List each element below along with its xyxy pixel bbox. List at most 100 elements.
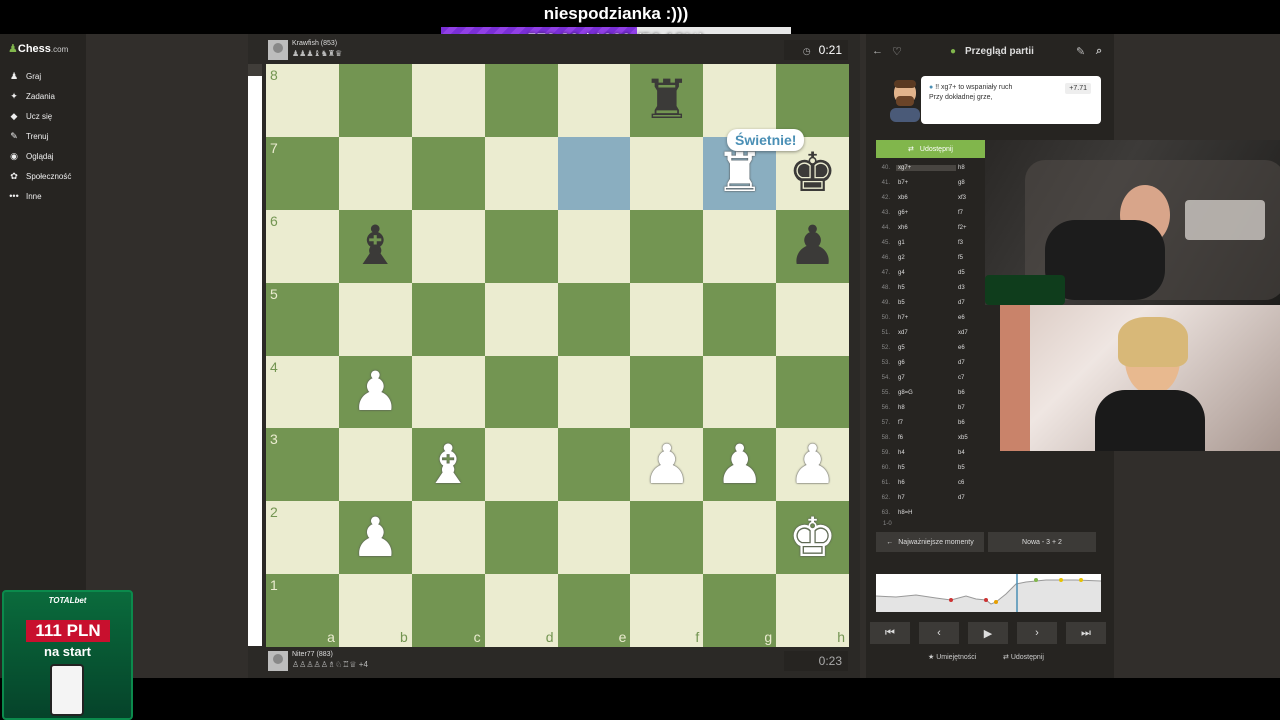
square-g8[interactable] bbox=[703, 64, 777, 137]
square-a8[interactable]: 8 bbox=[266, 64, 339, 137]
piece-white-b4[interactable]: ♟ bbox=[339, 356, 412, 429]
square-f1[interactable]: f bbox=[630, 574, 704, 648]
white-move[interactable]: h7 bbox=[896, 495, 956, 501]
sidebar-item-2[interactable]: ◆ Ucz się bbox=[8, 106, 71, 126]
square-d4[interactable] bbox=[484, 355, 558, 429]
square-a4[interactable]: 4 bbox=[266, 355, 339, 429]
square-a6[interactable]: 6 bbox=[266, 209, 339, 283]
white-move[interactable]: g6+ bbox=[896, 210, 956, 216]
white-move[interactable]: h5 bbox=[896, 465, 956, 471]
white-move[interactable]: g4 bbox=[896, 270, 956, 276]
square-d7[interactable] bbox=[484, 136, 558, 210]
sidebar-item-4[interactable]: ◉ Oglądaj bbox=[8, 146, 71, 166]
square-e4[interactable] bbox=[557, 355, 631, 429]
share-footer-button[interactable]: ⇄ Udostępnij bbox=[1003, 653, 1044, 661]
square-f2[interactable] bbox=[630, 501, 704, 575]
square-e3[interactable] bbox=[557, 428, 631, 502]
player-top-name[interactable]: Krawfish (853) bbox=[292, 40, 342, 47]
square-b8[interactable] bbox=[338, 64, 412, 137]
square-f5[interactable] bbox=[630, 282, 704, 356]
avatar[interactable] bbox=[268, 651, 288, 671]
square-e5[interactable] bbox=[557, 282, 631, 356]
white-move[interactable]: g5 bbox=[896, 345, 956, 351]
skills-button[interactable]: ★ Umiejętności bbox=[928, 653, 976, 661]
first-move-button[interactable]: ⏮ bbox=[870, 622, 910, 644]
square-g4[interactable] bbox=[703, 355, 777, 429]
key-moments-button[interactable]: ← Najważniejsze momenty bbox=[876, 532, 984, 552]
square-a3[interactable]: 3 bbox=[266, 428, 339, 502]
square-a7[interactable]: 7 bbox=[266, 136, 339, 210]
sponsor-ad[interactable]: TOTALbet 111 PLN na start bbox=[2, 590, 133, 720]
back-arrow-icon[interactable]: ← bbox=[872, 45, 883, 57]
square-a5[interactable]: 5 bbox=[266, 282, 339, 356]
square-c5[interactable] bbox=[411, 282, 485, 356]
square-c7[interactable] bbox=[411, 136, 485, 210]
square-e7[interactable] bbox=[557, 136, 631, 210]
white-move[interactable]: g8=G bbox=[896, 390, 956, 396]
square-g5[interactable] bbox=[703, 282, 777, 356]
square-h8[interactable] bbox=[776, 64, 850, 137]
next-move-button[interactable]: › bbox=[1017, 622, 1057, 644]
white-move[interactable]: h6 bbox=[896, 480, 956, 486]
piece-white-b2[interactable]: ♟ bbox=[339, 501, 412, 574]
white-move[interactable]: h5 bbox=[896, 285, 956, 291]
white-move[interactable]: h8=H bbox=[896, 510, 956, 516]
square-b1[interactable]: b bbox=[338, 574, 412, 648]
avatar[interactable] bbox=[268, 40, 288, 60]
search-icon[interactable]: ⌕ bbox=[1096, 45, 1102, 58]
square-g6[interactable] bbox=[703, 209, 777, 283]
evaluation-graph[interactable] bbox=[876, 574, 1101, 612]
sidebar-item-6[interactable]: ••• Inne bbox=[8, 186, 71, 206]
white-move[interactable]: g2 bbox=[896, 255, 956, 261]
square-b3[interactable] bbox=[338, 428, 412, 502]
square-g2[interactable] bbox=[703, 501, 777, 575]
piece-white-h3[interactable]: ♟ bbox=[776, 428, 849, 501]
piece-black-h6[interactable]: ♟ bbox=[776, 210, 849, 283]
square-h4[interactable] bbox=[776, 355, 850, 429]
heart-icon[interactable]: ♡ bbox=[892, 45, 902, 58]
square-e6[interactable] bbox=[557, 209, 631, 283]
square-d6[interactable] bbox=[484, 209, 558, 283]
square-h5[interactable] bbox=[776, 282, 850, 356]
white-move[interactable]: g6 bbox=[896, 360, 956, 366]
white-move[interactable]: xb6 bbox=[896, 195, 956, 201]
square-d1[interactable]: d bbox=[484, 574, 558, 648]
square-c1[interactable]: c bbox=[411, 574, 485, 648]
piece-white-f3[interactable]: ♟ bbox=[630, 428, 703, 501]
player-bottom-name[interactable]: Niter77 (883) bbox=[292, 651, 368, 658]
previous-move-button[interactable]: ‹ bbox=[919, 622, 959, 644]
square-a1[interactable]: 1a bbox=[266, 574, 339, 648]
black-move[interactable]: c6 bbox=[956, 480, 1016, 486]
white-move[interactable]: f7 bbox=[896, 420, 956, 426]
square-d8[interactable] bbox=[484, 64, 558, 137]
square-f6[interactable] bbox=[630, 209, 704, 283]
square-b5[interactable] bbox=[338, 282, 412, 356]
white-move[interactable]: xh6 bbox=[896, 225, 956, 231]
square-c4[interactable] bbox=[411, 355, 485, 429]
piece-white-c3[interactable]: ♝ bbox=[412, 428, 485, 501]
white-move[interactable]: b7+ bbox=[896, 180, 956, 186]
white-move[interactable]: h8 bbox=[896, 405, 956, 411]
sidebar-item-3[interactable]: ✎ Trenuj bbox=[8, 126, 71, 146]
square-a2[interactable]: 2 bbox=[266, 501, 339, 575]
square-e8[interactable] bbox=[557, 64, 631, 137]
white-move[interactable]: h4 bbox=[896, 450, 956, 456]
square-c2[interactable] bbox=[411, 501, 485, 575]
white-move[interactable]: f6 bbox=[896, 435, 956, 441]
black-move[interactable]: b5 bbox=[956, 465, 1016, 471]
square-e2[interactable] bbox=[557, 501, 631, 575]
square-d2[interactable] bbox=[484, 501, 558, 575]
pin-icon[interactable]: ✎ bbox=[1076, 45, 1085, 58]
piece-black-f8[interactable]: ♜ bbox=[630, 64, 703, 137]
square-c6[interactable] bbox=[411, 209, 485, 283]
last-move-button[interactable]: ⏭ bbox=[1066, 622, 1106, 644]
sidebar-item-1[interactable]: ✦ Zadania bbox=[8, 86, 71, 106]
sidebar-item-5[interactable]: ✿ Społeczność bbox=[8, 166, 71, 186]
square-b7[interactable] bbox=[338, 136, 412, 210]
chess-board[interactable]: 8 7 6 5 4 3 2 1 a b c d e f g h ♜ ♚ ♜ ♝ ♟ ♟ ♝ ♟ ♟ ♟ ♟ ♚ bbox=[266, 64, 850, 648]
piece-white-g3[interactable]: ♟ bbox=[703, 428, 776, 501]
white-move[interactable]: g1 bbox=[896, 240, 956, 246]
play-button[interactable]: ▶ bbox=[968, 622, 1008, 644]
square-e1[interactable]: e bbox=[557, 574, 631, 648]
white-move[interactable]: b5 bbox=[896, 300, 956, 306]
